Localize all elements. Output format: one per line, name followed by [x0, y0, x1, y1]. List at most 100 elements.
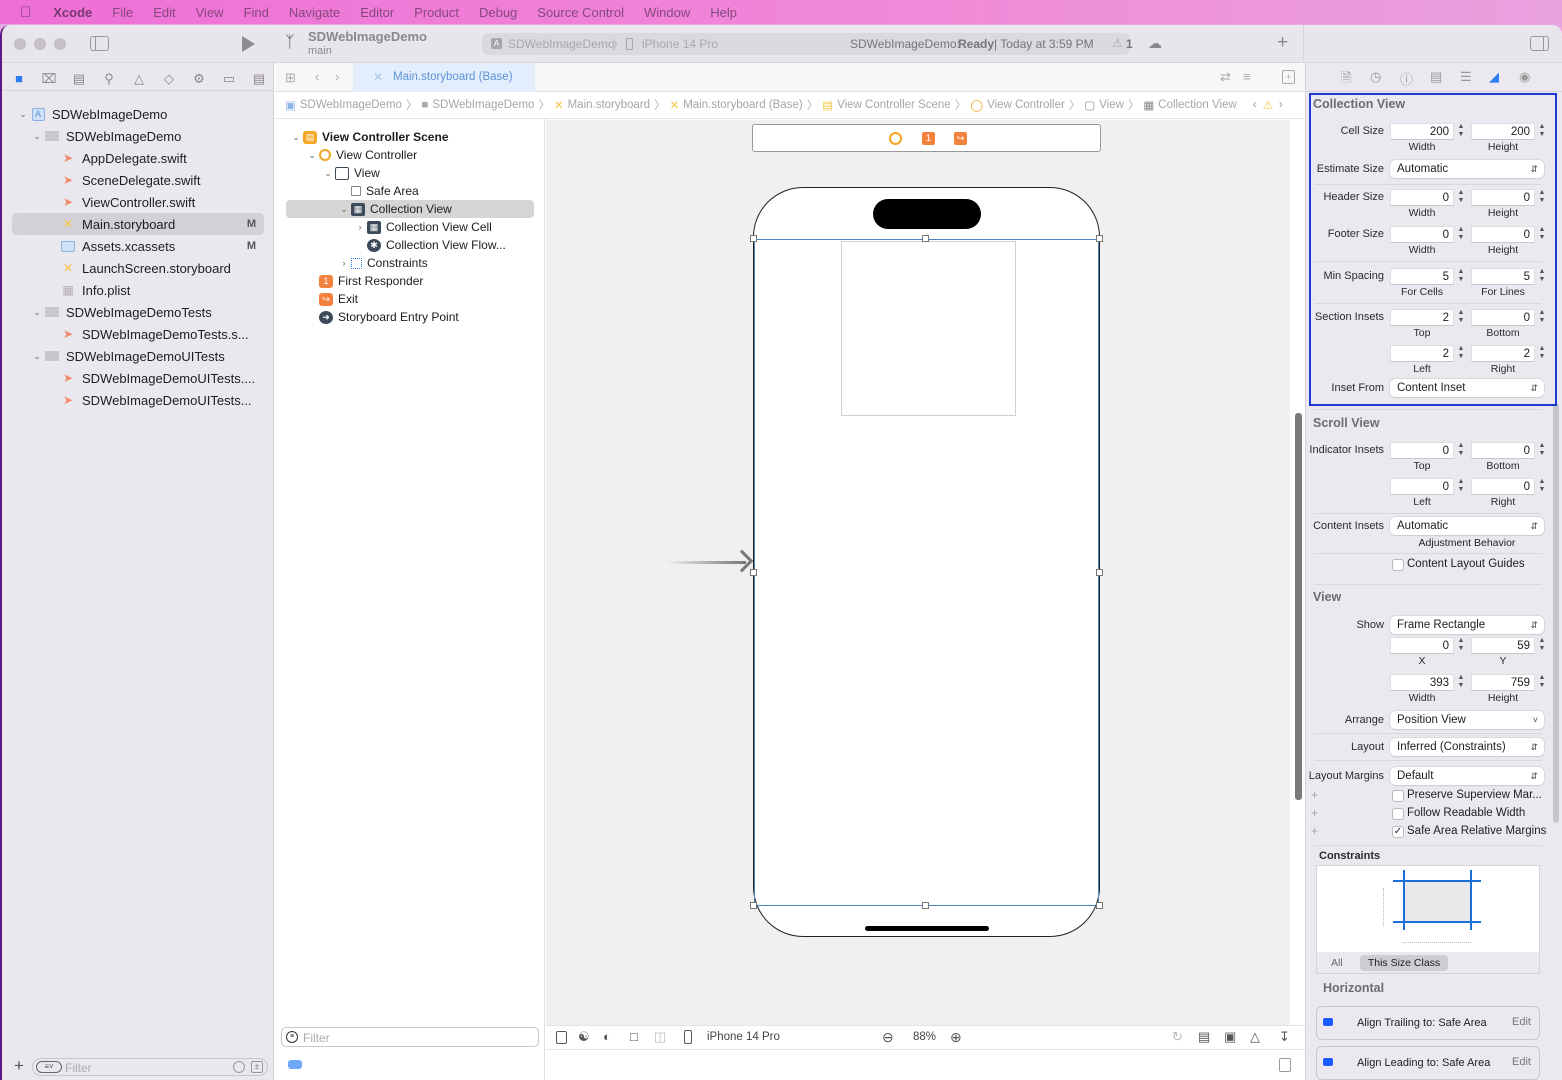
outline-item[interactable]: ➜ Storyboard Entry Point — [305, 308, 459, 326]
orientation-icon[interactable]: □ — [630, 1029, 638, 1044]
close-window-button[interactable] — [14, 38, 26, 50]
document-outline-toggle-icon[interactable] — [556, 1031, 567, 1044]
chevron-down-icon[interactable]: ⌄ — [30, 351, 44, 362]
footer-width-field[interactable]: 0 — [1390, 226, 1454, 243]
update-frames-icon[interactable]: ↻ — [1172, 1029, 1183, 1045]
safe-area-relative-margins-checkbox[interactable]: ✓ — [1392, 826, 1404, 838]
inspector-toggle-icon[interactable] — [1530, 36, 1549, 51]
resize-handle[interactable] — [922, 235, 929, 242]
estimate-size-popup[interactable]: Automatic ⇵ — [1390, 160, 1544, 178]
outline-filter[interactable]: ≡ Filter — [281, 1027, 539, 1047]
resolve-issues-icon[interactable]: △ — [1250, 1029, 1260, 1045]
tab-main-storyboard[interactable]: ✕ Main.storyboard (Base) — [353, 63, 535, 92]
outline-item[interactable]: ✱ Collection View Flow... — [353, 236, 506, 254]
frame-x-stepper[interactable]: ▲ ▼ — [1456, 637, 1466, 654]
related-items-icon[interactable]: ⊞ — [285, 70, 296, 86]
footer-width-stepper[interactable]: ▲ ▼ — [1456, 226, 1466, 243]
header-width-stepper[interactable]: ▲ ▼ — [1456, 189, 1466, 206]
warning-icon[interactable]: ⚠ — [1112, 36, 1123, 50]
section-inset-bottom-stepper[interactable]: ▲ ▼ — [1537, 309, 1547, 326]
zoom-window-button[interactable] — [54, 38, 66, 50]
menu-editor[interactable]: Editor — [360, 5, 394, 20]
back-button[interactable]: ‹ — [315, 69, 319, 84]
segment-this-size-class[interactable]: This Size Class — [1360, 955, 1448, 971]
cell-height-field[interactable]: 200 — [1471, 123, 1535, 140]
storyboard-canvas[interactable]: 1 ↪ — [546, 120, 1302, 1043]
arrange-popup[interactable]: Position View ˅ — [1390, 711, 1544, 729]
file-tree-item[interactable]: ⌄ SDWebImageDemoTests — [12, 301, 264, 323]
menu-find[interactable]: Find — [244, 5, 269, 20]
modified-files-icon[interactable]: ± — [251, 1061, 263, 1073]
file-tree-item[interactable]: ➤ SDWebImageDemoTests.s... — [12, 323, 264, 345]
resize-handle[interactable] — [750, 235, 757, 242]
folder-icon[interactable]: ■ — [10, 71, 28, 86]
chevron-down-icon[interactable]: ⌄ — [30, 131, 44, 142]
outline-item[interactable]: ⌄ View Controller — [305, 146, 417, 164]
zoom-in-button[interactable]: ⊕ — [950, 1029, 962, 1046]
accessibility-icon[interactable]: ☯ — [578, 1029, 590, 1045]
navigator-filter[interactable]: ≡˅ Filter ± — [32, 1058, 268, 1076]
add-library-button[interactable]: + — [1277, 32, 1288, 54]
menu-source-control[interactable]: Source Control — [537, 5, 624, 20]
disclosure-icon[interactable]: ⌄ — [305, 150, 319, 161]
history-inspector-icon[interactable]: ◷ — [1370, 69, 1381, 85]
min-spacing-cells-field[interactable]: 5 — [1390, 268, 1454, 285]
breadcrumb-item[interactable]: View Controller Scene — [837, 99, 951, 111]
section-inset-right-stepper[interactable]: ▲ ▼ — [1537, 345, 1547, 362]
forward-button[interactable]: › — [335, 69, 339, 84]
disclosure-icon[interactable]: › — [353, 222, 367, 232]
breadcrumb-item[interactable]: Main.storyboard — [568, 99, 650, 111]
indicator-inset-right-field[interactable]: 0 — [1471, 478, 1535, 495]
show-popup[interactable]: Frame Rectangle ⇵ — [1390, 616, 1544, 634]
file-tree-item[interactable]: ➤ SDWebImageDemoUITests... — [12, 389, 264, 411]
content-insets-popup[interactable]: Automatic ⇵ — [1390, 517, 1544, 535]
issue-icon[interactable]: △ — [130, 71, 148, 87]
min-spacing-lines-stepper[interactable]: ▲ ▼ — [1537, 268, 1547, 285]
file-tree-item[interactable]: Assets.xcassets M — [12, 235, 264, 257]
search-icon[interactable]: ⚲ — [100, 71, 118, 87]
recent-files-icon[interactable] — [233, 1061, 245, 1073]
minimize-window-button[interactable] — [34, 38, 46, 50]
section-inset-right-field[interactable]: 2 — [1471, 345, 1535, 362]
outline-item[interactable]: Safe Area — [337, 182, 419, 200]
identity-inspector-icon[interactable]: ▤ — [1430, 69, 1442, 85]
filter-options-icon[interactable]: ≡˅ — [36, 1061, 62, 1073]
resize-handle[interactable] — [1096, 235, 1103, 242]
constraint-align-trailing[interactable]: Align Trailing to: Safe Area Edit — [1316, 1006, 1540, 1040]
segment-all[interactable]: All — [1331, 957, 1343, 969]
embed-in-icon[interactable]: ↧ — [1279, 1029, 1290, 1045]
file-tree-item[interactable]: ✕ Main.storyboard M — [12, 213, 264, 235]
device-selector[interactable]: iPhone 14 Pro — [707, 1031, 780, 1043]
attributes-inspector-icon[interactable]: ☰ — [1460, 69, 1472, 85]
destination-selector[interactable]: iPhone 14 Pro — [642, 37, 718, 51]
file-tree-item[interactable]: ➤ ViewController.swift — [12, 191, 264, 213]
resize-handle[interactable] — [750, 902, 757, 909]
header-height-field[interactable]: 0 — [1471, 189, 1535, 206]
file-tree-item[interactable]: ✕ LaunchScreen.storyboard — [12, 257, 264, 279]
min-spacing-lines-field[interactable]: 5 — [1471, 268, 1535, 285]
next-issue-button[interactable]: › — [1279, 99, 1283, 111]
outline-filter-input[interactable]: Filter — [303, 1031, 330, 1045]
collection-view[interactable] — [754, 239, 1099, 906]
header-height-stepper[interactable]: ▲ ▼ — [1537, 189, 1547, 206]
indicator-inset-left-field[interactable]: 0 — [1390, 478, 1454, 495]
warning-icon[interactable]: ⚠ — [1263, 98, 1273, 112]
help-inspector-icon[interactable]: ⓘ — [1400, 69, 1413, 88]
appearance-icon[interactable]: ◐ — [603, 1029, 611, 1044]
resize-handle[interactable] — [922, 902, 929, 909]
indicator-inset-right-stepper[interactable]: ▲ ▼ — [1537, 478, 1547, 495]
menu-edit[interactable]: Edit — [153, 5, 175, 20]
project-title[interactable]: SDWebImageDemo — [308, 29, 427, 44]
outline-item[interactable]: › ▦ Collection View Cell — [353, 218, 492, 236]
outline-item[interactable]: 1 First Responder — [305, 272, 423, 290]
content-layout-guides-checkbox[interactable] — [1392, 559, 1404, 571]
section-inset-top-stepper[interactable]: ▲ ▼ — [1456, 309, 1466, 326]
split-editor-icon[interactable]: ⇄ — [1220, 69, 1231, 85]
warning-count[interactable]: 1 — [1126, 37, 1133, 51]
breadcrumb-item[interactable]: View Controller — [987, 99, 1065, 111]
min-spacing-cells-stepper[interactable]: ▲ ▼ — [1456, 268, 1466, 285]
menu-file[interactable]: File — [112, 5, 133, 20]
connections-inspector-icon[interactable]: ◉ — [1519, 69, 1530, 85]
zoom-out-button[interactable]: ⊖ — [882, 1029, 894, 1046]
file-inspector-icon[interactable]: 🗎 — [1341, 69, 1351, 91]
